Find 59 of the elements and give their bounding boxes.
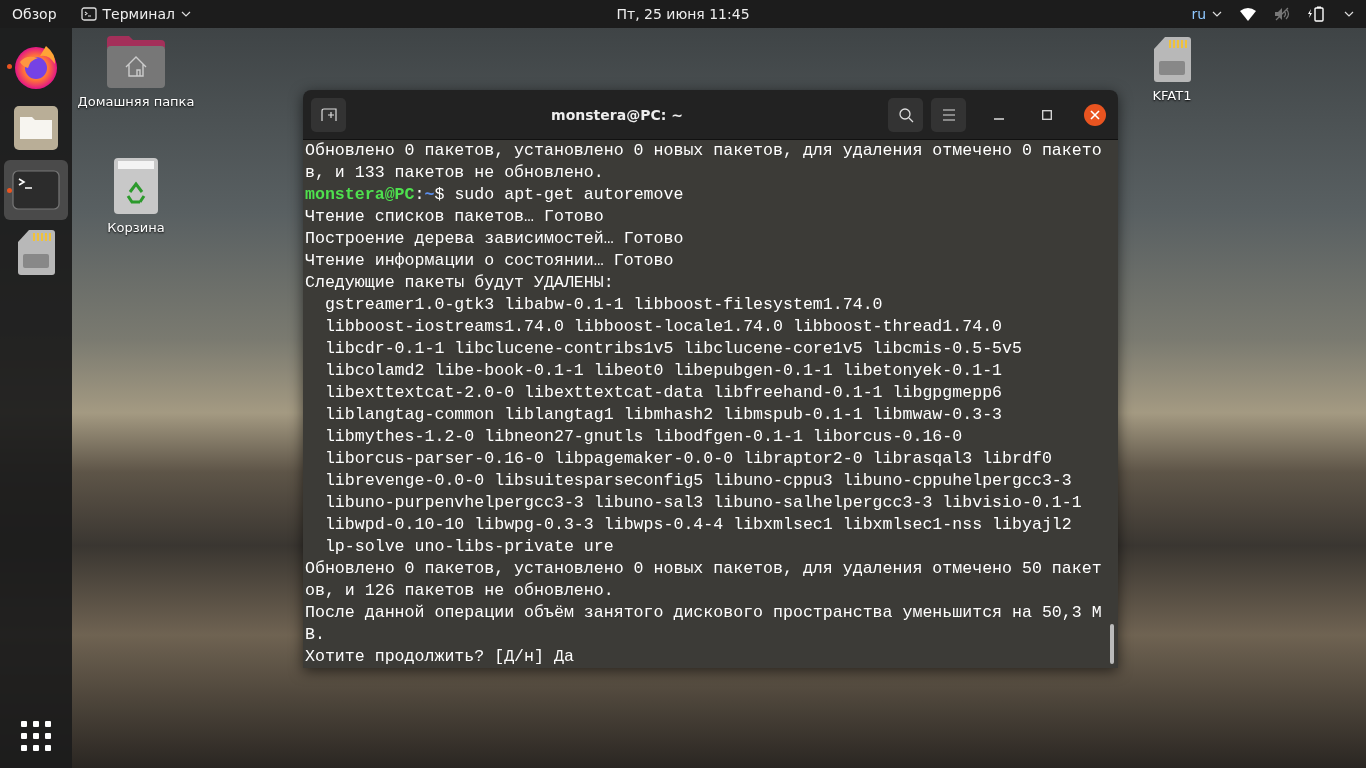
output-line: Построение дерева зависимостей… Готово xyxy=(305,228,685,250)
command-text: $ sudo apt-get autoremove xyxy=(434,185,684,204)
output-line: liborcus-parser-0.16-0 libpagemaker-0.0-0 libraptor2-0 librasqal3 librdf0 xyxy=(323,448,1053,470)
output-line: librevenge-0.0-0 libsuitesparseconfig5 libuno-cppu3 libuno-cppuhelpergcc3-3 xyxy=(323,470,1073,492)
menu-button[interactable] xyxy=(931,97,966,132)
search-icon xyxy=(897,106,914,123)
prompt-user: monstera@PC xyxy=(305,185,415,204)
output-line: liblangtag-common liblangtag1 libmhash2 libmspub-0.1-1 libmwaw-0.3-3 xyxy=(323,404,1004,426)
close-icon[interactable] xyxy=(1084,103,1106,126)
output-line: libexttextcat-2.0-0 libexttextcat-data libfreehand-0.1-1 libgpgmepp6 xyxy=(323,382,1004,404)
memory-card-icon xyxy=(17,229,55,275)
app-grid-icon[interactable] xyxy=(20,720,52,752)
wifi-icon[interactable] xyxy=(1240,7,1256,21)
home-folder-icon xyxy=(107,36,165,88)
chevron-down-icon[interactable] xyxy=(1212,11,1222,17)
chevron-down-icon[interactable] xyxy=(1344,11,1354,17)
output-line: libboost-iostreams1.74.0 libboost-locale1.74.0 libboost-thread1.74.0 xyxy=(323,316,1004,338)
output-line: Обновлено 0 пакетов, установлено 0 новых пакетов, для удаления отмечено 50 пакет xyxy=(305,558,1103,580)
output-line: libmythes-1.2-0 libneon27-gnutls libodfgen-0.1-1 liborcus-0.16-0 xyxy=(323,426,964,448)
output-line: Чтение информации о состоянии… Готово xyxy=(305,250,675,272)
clock[interactable]: Пт, 25 июня 11:45 xyxy=(616,6,750,22)
output-line: libcdr-0.1-1 libclucene-contribs1v5 libclucene-core1v5 libcmis-0.5-5v5 xyxy=(323,338,1023,360)
keyboard-layout[interactable]: ru xyxy=(1191,6,1206,22)
output-line: в, и 133 пакетов не обновлено. xyxy=(305,162,605,184)
prompt-separator: : xyxy=(414,185,425,204)
activities-button[interactable]: Обзор xyxy=(12,6,57,22)
output-line: B. xyxy=(305,624,326,646)
terminal-output-area[interactable] xyxy=(303,140,1118,668)
chevron-down-icon[interactable] xyxy=(180,11,191,17)
search-button[interactable] xyxy=(888,97,923,132)
output-line: lp-solve uno-libs-private ure xyxy=(323,536,615,558)
output-line: libuno-purpenvhelpergcc3-3 libuno-sal3 libuno-salhelpergcc3-3 libvisio-0.1-1 xyxy=(323,492,1083,514)
output-line: Чтение списков пакетов… Готово xyxy=(305,206,605,228)
prompt-path: ~ xyxy=(424,185,435,204)
output-line: libwpd-0.10-10 libwpg-0.3-3 libwps-0.4-4 libxmlsec1 libxmlsec1-nss libyajl2 xyxy=(323,514,1073,536)
maximize-icon[interactable] xyxy=(1042,109,1052,120)
menu-icon xyxy=(941,108,956,121)
desktop-icon-label[interactable]: KFAT1 xyxy=(1152,88,1192,103)
battery-icon[interactable] xyxy=(1308,6,1326,22)
muted-speaker-icon[interactable] xyxy=(1274,7,1290,21)
output-line: libcolamd2 libe-book-0.1-1 libeot0 libepubgen-0.1-1 libetonyek-0.1-1 xyxy=(323,360,1004,382)
output-line: Обновлено 0 пакетов, установлено 0 новых пакетов, для удаления отмечено 0 пакето xyxy=(305,140,1103,162)
terminal-icon xyxy=(12,170,60,210)
terminal-icon xyxy=(80,7,97,21)
new-tab-button[interactable] xyxy=(311,97,346,132)
output-line: После данной операции объём занятого дискового пространства уменьшится на 50,3 M xyxy=(305,602,1103,624)
desktop-icon-label[interactable]: Корзина xyxy=(107,220,165,235)
memory-card-icon xyxy=(1153,36,1191,82)
folder-icon xyxy=(13,105,59,151)
desktop-icon-label[interactable]: Домашняя папка xyxy=(77,94,195,109)
output-line: gstreamer1.0-gtk3 libabw-0.1-1 libboost-filesystem1.74.0 xyxy=(323,294,884,316)
app-menu[interactable]: Терминал xyxy=(102,6,175,22)
window-title: monstera@PC: ~ xyxy=(550,106,684,123)
output-line: Хотите продолжить? [Д/н] Да xyxy=(305,646,575,668)
new-tab-icon xyxy=(320,107,337,122)
output-line: Следующие пакеты будут УДАЛЕНЫ: xyxy=(305,272,615,294)
recycle-bin-icon xyxy=(114,158,158,214)
output-line: ов, и 126 пакетов не обновлено. xyxy=(305,580,615,602)
scrollbar-thumb[interactable] xyxy=(1110,624,1114,664)
